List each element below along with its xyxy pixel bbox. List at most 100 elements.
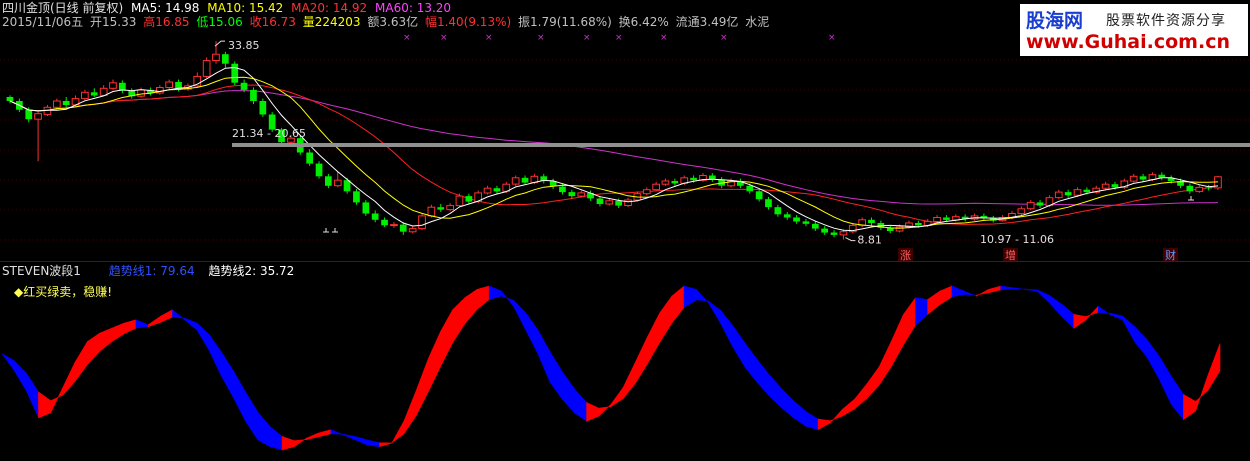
candle-68 xyxy=(642,187,651,196)
band-segment-23 xyxy=(281,435,295,451)
candle-84 xyxy=(793,215,800,224)
band-segment-36 xyxy=(440,308,453,367)
candle-102 xyxy=(961,214,969,222)
band-segment-55 xyxy=(671,285,685,324)
event-label: 涨 xyxy=(900,249,911,262)
ma20-value: MA20: 14.92 xyxy=(291,1,368,15)
candle-body xyxy=(1054,191,1063,199)
band-segment-64 xyxy=(781,387,794,419)
band-segment-76 xyxy=(927,290,941,316)
candle-body xyxy=(353,191,360,203)
ma5-line xyxy=(9,66,1219,232)
candle-69 xyxy=(652,181,660,192)
band-segment-3 xyxy=(38,391,51,419)
candle-33 xyxy=(315,161,323,179)
candle-66 xyxy=(624,197,632,208)
candle-127 xyxy=(1195,184,1204,193)
band-segment-84 xyxy=(1024,288,1038,292)
x-marker-7: × xyxy=(720,33,728,43)
x-marker-3: × xyxy=(537,33,545,43)
candle-body xyxy=(1017,208,1026,215)
candle-body xyxy=(615,200,622,206)
candle-49 xyxy=(465,193,473,204)
candle-body xyxy=(1195,186,1204,192)
candle-54 xyxy=(511,175,520,186)
candle-body xyxy=(868,219,875,223)
candle-58 xyxy=(549,178,557,189)
band-segment-13 xyxy=(160,309,173,323)
candle-body xyxy=(62,101,70,105)
candle-47 xyxy=(446,203,454,212)
candle-body xyxy=(362,202,370,214)
candle-body xyxy=(755,191,763,200)
candle-94 xyxy=(886,225,894,234)
band-segment-68 xyxy=(829,408,843,424)
x-marker-5: × xyxy=(615,33,623,43)
candle-6 xyxy=(62,97,70,108)
event-marker-1[interactable]: 增 xyxy=(1003,248,1018,262)
candle-21 xyxy=(202,57,211,78)
x-marker-6: × xyxy=(660,33,668,43)
candle-body xyxy=(240,82,248,90)
candle-body xyxy=(399,224,407,232)
candle-126 xyxy=(1186,183,1194,194)
candle-body xyxy=(437,207,445,210)
candle-body xyxy=(212,53,220,62)
candle-80 xyxy=(755,188,763,202)
event-marker-0[interactable]: 涨 xyxy=(898,248,913,262)
band-segment-72 xyxy=(878,341,892,387)
band-segment-48 xyxy=(586,402,600,422)
band-segment-24 xyxy=(294,437,307,448)
range1-label: 21.34 - 20.65 xyxy=(232,127,306,140)
band-segment-96 xyxy=(1171,375,1184,421)
candle-110 xyxy=(1036,200,1044,208)
band-segment-85 xyxy=(1037,289,1050,304)
event-marker-2[interactable]: 财 xyxy=(1163,248,1178,262)
candle-82 xyxy=(774,204,782,217)
candle-body xyxy=(802,221,810,224)
candle-body xyxy=(455,195,464,207)
candle-104 xyxy=(980,213,988,221)
band-segment-87 xyxy=(1061,303,1075,330)
band-segment-10 xyxy=(123,319,137,335)
band-segment-45 xyxy=(549,350,563,401)
band-segment-60 xyxy=(732,324,746,369)
candle-body xyxy=(6,97,14,101)
x-marker-1: × xyxy=(440,33,448,43)
event-label: 增 xyxy=(1005,248,1016,262)
indicator-name[interactable]: STEVEN波段1 xyxy=(2,264,81,278)
candle-99 xyxy=(933,215,941,224)
band-segment-63 xyxy=(769,374,782,409)
candle-37 xyxy=(353,188,360,205)
candle-body xyxy=(446,205,454,211)
band-segment-58 xyxy=(708,300,721,325)
band-segment-50 xyxy=(610,386,624,408)
band-segment-31 xyxy=(379,442,393,447)
candle-40 xyxy=(381,217,388,227)
band-segment-42 xyxy=(513,299,526,331)
candle-body xyxy=(1101,183,1110,189)
header-row-1: 四川金顶(日线 前复权) MA5: 14.98 MA10: 15.42 MA20… xyxy=(2,1,455,15)
band-segment-32 xyxy=(391,421,405,444)
quote-float: 流通3.49亿 xyxy=(675,15,739,29)
band-segment-4 xyxy=(50,387,64,413)
quote-high: 高16.85 xyxy=(143,15,190,29)
candle-body xyxy=(1036,202,1044,206)
candle-body xyxy=(109,82,117,89)
band-segment-74 xyxy=(903,296,916,347)
candle-39 xyxy=(371,210,379,223)
candle-body xyxy=(306,152,313,164)
candle-body xyxy=(783,214,791,218)
band-segment-54 xyxy=(659,295,673,344)
band-segment-26 xyxy=(318,429,332,438)
band-segment-5 xyxy=(62,361,76,396)
candle-body xyxy=(483,187,492,194)
band-segment-82 xyxy=(1000,285,1014,291)
candle-body xyxy=(793,217,800,222)
candle-78 xyxy=(737,178,744,189)
candle-112 xyxy=(1054,189,1063,200)
low-label: 8.81 xyxy=(857,234,882,247)
trend-line-1: 趋势线1: 79.64 xyxy=(108,264,195,278)
watermark-url: www.Guhai.com.cn xyxy=(1026,31,1230,53)
header-row-2: 2015/11/06五 开15.33 高16.85 低15.06 收16.73 … xyxy=(2,15,772,29)
